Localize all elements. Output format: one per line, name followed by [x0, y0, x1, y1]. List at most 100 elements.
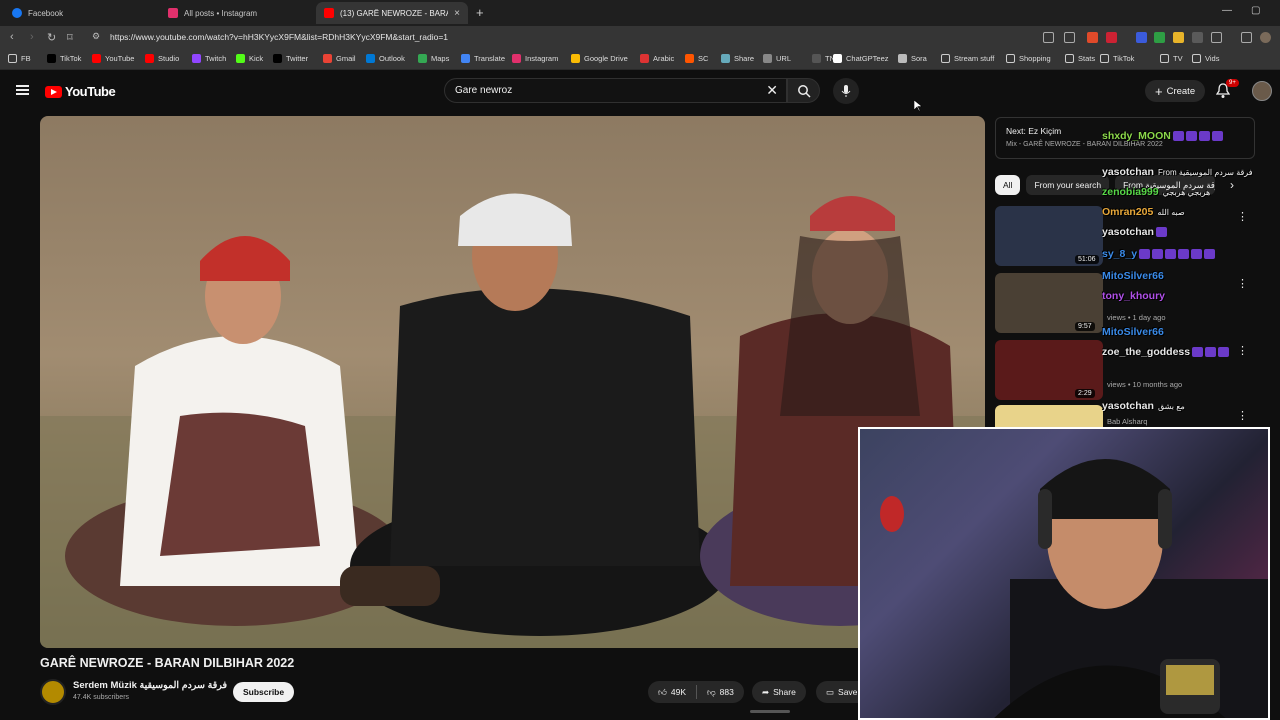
bookmark-label: Twitter — [286, 54, 309, 63]
save-button[interactable]: ▭ Save — [816, 681, 858, 703]
bookmark-label: Translate — [474, 54, 505, 63]
stream-chat-overlay: shxdy_MOON yasotchan From فرقة سردم الموسي… — [1102, 112, 1262, 430]
thumbs-down-icon: 👎︎ — [707, 686, 716, 697]
tiktok-icon — [47, 54, 56, 63]
maximize-button[interactable]: ▢ — [1251, 5, 1260, 16]
bookmark-kick[interactable]: Kick — [236, 54, 263, 63]
extension-icon[interactable] — [1154, 32, 1165, 43]
extension-icon[interactable] — [1173, 32, 1184, 43]
bookmark-twitch[interactable]: Twitch — [192, 54, 226, 63]
bookmark-studio[interactable]: Studio — [145, 54, 179, 63]
tab-facebook[interactable]: Facebook — [4, 2, 159, 24]
close-tab-icon[interactable]: × — [454, 8, 460, 19]
chip-all[interactable]: All — [995, 175, 1021, 195]
video-player[interactable] — [40, 116, 985, 648]
bookmark-fb[interactable]: FB — [8, 54, 31, 63]
search-icon — [797, 84, 811, 98]
tab-youtube-active[interactable]: (13) GARÊ NEWROZE - BARAN × — [316, 2, 468, 24]
bookmark-stream-stuff[interactable]: Stream stuff — [941, 54, 994, 63]
search-button[interactable] — [787, 78, 820, 103]
bookmark-tiktok[interactable]: TikTok — [1100, 54, 1134, 63]
menu-icon[interactable] — [16, 85, 29, 95]
chat-username: MitoSilver66 — [1102, 326, 1164, 338]
dislike-button[interactable]: 👎︎ 883 — [697, 681, 744, 703]
chat-emote-icon — [1165, 249, 1177, 260]
bookmark-google-drive[interactable]: Google Drive — [571, 54, 628, 63]
webcam-overlay — [858, 427, 1270, 720]
clear-search-icon[interactable]: ✕ — [766, 82, 778, 99]
channel-avatar[interactable] — [40, 679, 66, 705]
tn-icon — [812, 54, 821, 63]
bookmark-label: Shopping — [1019, 54, 1051, 63]
chat-emote-icon — [1185, 131, 1197, 142]
maps-icon — [418, 54, 427, 63]
bookmark-translate[interactable]: Translate — [461, 54, 505, 63]
bookmark-arabic[interactable]: Arabic — [640, 54, 674, 63]
bookmark-url[interactable]: URL — [763, 54, 791, 63]
chat-emote-icon — [1172, 131, 1184, 142]
youtube-logo[interactable]: YouTube — [45, 84, 116, 99]
site-info-icon[interactable]: ⚙ — [92, 31, 100, 42]
profile-icon[interactable] — [1260, 32, 1271, 43]
forward-icon[interactable]: › — [30, 31, 34, 43]
brave-shield-icon[interactable] — [1087, 32, 1098, 43]
save-playlist-icon: ▭ — [826, 686, 835, 697]
tab-title: All posts • Instagram — [184, 8, 258, 18]
share-button[interactable]: ➦ Share — [752, 681, 806, 703]
minimize-button[interactable]: — — [1222, 5, 1232, 16]
chat-message: MitoSilver66 — [1102, 270, 1164, 282]
new-tab-button[interactable]: + — [476, 5, 484, 20]
bookmark-icon[interactable]: ⌑ — [67, 31, 73, 44]
bookmark-sora[interactable]: Sora — [898, 54, 927, 63]
channel-name[interactable]: Serdem Müzik فرقة سردم الموسيقية — [73, 680, 227, 691]
bookmark-label: Studio — [158, 54, 180, 63]
video-thumbnail[interactable] — [995, 405, 1103, 427]
chat-emote-icon — [1198, 131, 1210, 142]
bookmark-tn[interactable]: TN — [812, 54, 835, 63]
bookmark-label: Instagram — [525, 54, 559, 63]
chat-emote-icon — [1152, 249, 1164, 260]
bookmark-gmail[interactable]: Gmail — [323, 54, 356, 63]
bookmark-stats[interactable]: Stats — [1065, 54, 1095, 63]
back-icon[interactable]: ‹ — [10, 31, 14, 43]
horizontal-scrollbar[interactable] — [750, 710, 790, 713]
bookmark-share[interactable]: Share — [721, 54, 754, 63]
chat-username: sy_8_y — [1102, 248, 1138, 260]
create-button[interactable]: + Create — [1145, 80, 1206, 102]
cast-icon[interactable] — [1043, 32, 1054, 43]
reload-icon[interactable]: ↻ — [47, 31, 56, 44]
like-button[interactable]: 👍︎ 49K — [648, 681, 696, 703]
bookmark-tiktok[interactable]: TikTok — [47, 54, 81, 63]
bookmark-sc[interactable]: SC — [685, 54, 708, 63]
account-avatar[interactable] — [1252, 81, 1272, 101]
url-field[interactable]: https://www.youtube.com/watch?v=hH3KYycX… — [110, 32, 448, 42]
bookmarks-bar: FB TikTok YouTube Studio Twitch Kick Twitter Gm… — [0, 50, 1280, 70]
bookmark-twitter[interactable]: Twitter — [273, 54, 308, 63]
extension-icon[interactable] — [1106, 32, 1117, 43]
bookmark-chatgpteez[interactable]: ChatGPTeez — [833, 54, 889, 63]
chat-username: yasotchan — [1102, 166, 1154, 178]
voice-search-button[interactable] — [833, 78, 859, 104]
youtube-icon — [145, 54, 154, 63]
share-page-icon[interactable] — [1064, 32, 1075, 43]
video-frame — [40, 193, 985, 648]
bookmark-outlook[interactable]: Outlook — [366, 54, 405, 63]
tab-instagram[interactable]: All posts • Instagram — [160, 2, 315, 24]
share-label: Share — [773, 687, 796, 697]
media-control-icon[interactable] — [1241, 32, 1252, 43]
search-input[interactable]: Gare newroz ✕ — [444, 78, 787, 103]
bookmark-vids[interactable]: Vids — [1192, 54, 1219, 63]
chip-from-search[interactable]: From your search — [1026, 175, 1110, 195]
subscribe-button[interactable]: Subscribe — [233, 682, 295, 702]
bookmark-label: SC — [698, 54, 709, 63]
extension-icon[interactable] — [1192, 32, 1203, 43]
bookmark-maps[interactable]: Maps — [418, 54, 449, 63]
extension-icon[interactable] — [1136, 32, 1147, 43]
bookmark-shopping[interactable]: Shopping — [1006, 54, 1051, 63]
extensions-puzzle-icon[interactable] — [1211, 32, 1222, 43]
bookmark-tv[interactable]: TV — [1160, 54, 1183, 63]
bookmark-label: Twitch — [205, 54, 227, 63]
bookmark-instagram[interactable]: Instagram — [512, 54, 558, 63]
up-next-title: Next: Ez Kiçim — [1006, 126, 1062, 136]
bookmark-youtube[interactable]: YouTube — [92, 54, 134, 63]
